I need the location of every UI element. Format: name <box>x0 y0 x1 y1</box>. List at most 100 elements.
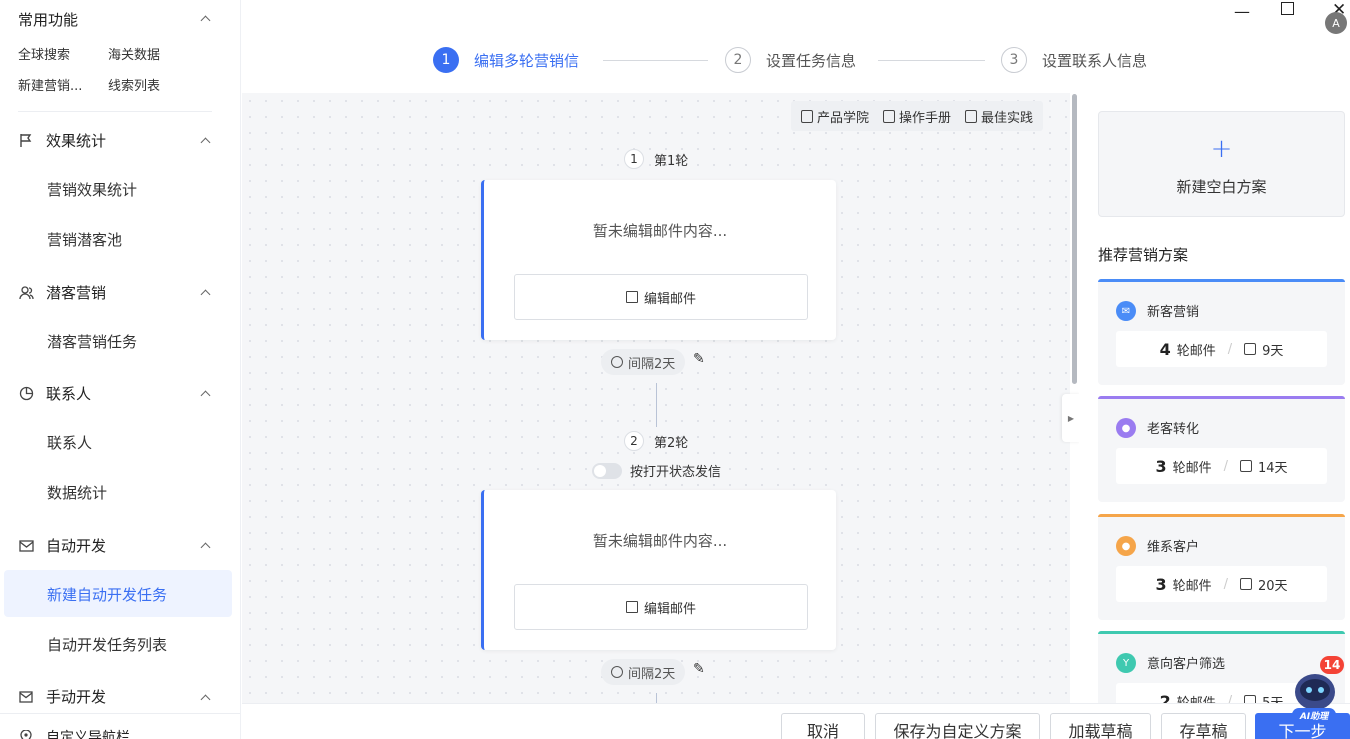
quick-link-global-search[interactable]: 全球搜索 <box>18 44 70 63</box>
sidebar-group-auto-dev[interactable]: 自动开发 <box>18 535 106 556</box>
sidebar-group-contacts[interactable]: 联系人 <box>18 383 91 404</box>
book-icon <box>883 109 896 123</box>
round-1-interval[interactable]: 间隔2天 <box>601 349 686 375</box>
plan-stats: 3 轮邮件 / 14天 <box>1116 448 1327 484</box>
plan-stats: 3 轮邮件 / 20天 <box>1116 566 1327 602</box>
calendar-icon <box>1240 460 1252 472</box>
connector-line <box>656 693 657 703</box>
mail-icon: ✉ <box>1116 301 1136 321</box>
save-draft-button[interactable]: 存草稿 <box>1161 713 1246 739</box>
best-practice-link[interactable]: 最佳实践 <box>965 107 1033 126</box>
sidebar-item-contacts[interactable]: 联系人 <box>47 432 92 453</box>
sidebar-item-data-stats[interactable]: 数据统计 <box>47 482 107 503</box>
toggle-label: 按打开状态发信 <box>630 465 722 480</box>
plan-accent-bar <box>1098 396 1345 399</box>
minimize-button[interactable]: — <box>1234 2 1250 21</box>
flag-icon <box>18 133 34 149</box>
chevron-up-icon[interactable] <box>200 694 211 705</box>
open-status-toggle[interactable] <box>592 462 622 479</box>
new-blank-plan-label: 新建空白方案 <box>1176 178 1267 196</box>
manual-link[interactable]: 操作手册 <box>883 107 951 126</box>
clock-icon <box>611 666 623 678</box>
pencil-icon[interactable]: ✎ <box>693 351 705 367</box>
notification-badge: 14 <box>1320 656 1344 674</box>
sidebar-group-label: 潜客营销 <box>46 284 107 302</box>
plan-name: 维系客户 <box>1147 540 1200 555</box>
round-2-interval[interactable]: 间隔2天 <box>601 659 686 685</box>
filter-icon: Y <box>1116 653 1136 673</box>
round-number: 2 <box>624 431 644 451</box>
plan-card[interactable]: ✉ 新客营销 4 轮邮件 / 9天 <box>1098 279 1345 385</box>
step-1[interactable]: 1 编辑多轮营销信 <box>433 47 579 73</box>
sidebar-customize-nav[interactable]: 自定义导航栏 <box>18 727 130 739</box>
plan-accent-bar <box>1098 631 1345 634</box>
sidebar-group-manual-dev[interactable]: 手动开发 <box>18 686 106 707</box>
plus-icon: + <box>1210 134 1233 164</box>
step-2[interactable]: 2 设置任务信息 <box>725 47 856 73</box>
round-2-mail-card: 暂未编辑邮件内容... 编辑邮件 <box>481 490 836 650</box>
clock-icon <box>611 356 623 368</box>
sidebar-item-prospect-marketing-task[interactable]: 潜客营销任务 <box>47 331 137 352</box>
calendar-icon <box>1244 343 1257 355</box>
chevron-up-icon[interactable] <box>200 15 211 26</box>
sidebar-item-auto-dev-task-list[interactable]: 自动开发任务列表 <box>47 634 167 655</box>
plan-accent-bar <box>1098 279 1345 282</box>
chevron-up-icon[interactable] <box>200 289 211 300</box>
empty-mail-text: 暂未编辑邮件内容... <box>592 222 728 240</box>
sidebar-divider <box>18 111 212 112</box>
cancel-button[interactable]: 取消 <box>781 713 865 739</box>
plan-panel: + 新建空白方案 推荐营销方案 ✉ 新客营销 4 轮邮件 / 9天 ● 老客转化… <box>1079 93 1350 737</box>
step-3[interactable]: 3 设置联系人信息 <box>1001 47 1147 73</box>
step-number: 3 <box>1001 47 1027 73</box>
edit-icon <box>625 291 638 303</box>
plan-card[interactable]: ● 老客转化 3 轮邮件 / 14天 <box>1098 396 1345 502</box>
canvas-scrollbar[interactable] <box>1072 94 1077 384</box>
customize-nav-label: 自定义导航栏 <box>46 730 130 739</box>
step-connector <box>878 60 985 61</box>
sidebar-group-prospect-marketing[interactable]: 潜客营销 <box>18 282 106 303</box>
collapse-panel-button[interactable]: ▶ <box>1062 394 1080 442</box>
chevron-up-icon[interactable] <box>200 137 211 148</box>
plan-card[interactable]: ● 维系客户 3 轮邮件 / 20天 <box>1098 514 1345 620</box>
plan-name: 老客转化 <box>1147 422 1200 437</box>
mail-edit-icon <box>18 689 34 705</box>
calendar-icon <box>1240 578 1252 590</box>
plan-stats: 4 轮邮件 / 9天 <box>1116 331 1327 367</box>
product-academy-link[interactable]: 产品学院 <box>801 107 869 126</box>
sidebar-group-label: 效果统计 <box>46 132 107 150</box>
mail-send-icon <box>18 538 34 554</box>
play-icon <box>801 109 813 123</box>
load-draft-button[interactable]: 加载草稿 <box>1050 713 1151 739</box>
sidebar-group-effect-stats[interactable]: 效果统计 <box>18 130 106 151</box>
sidebar-item-prospect-pool[interactable]: 营销潜客池 <box>47 229 122 250</box>
sidebar-group-label: 手动开发 <box>46 688 107 706</box>
step-label: 设置联系人信息 <box>1042 51 1148 70</box>
save-custom-plan-button[interactable]: 保存为自定义方案 <box>875 713 1040 739</box>
recommended-plans-title: 推荐营销方案 <box>1098 246 1189 264</box>
step-number: 2 <box>725 47 751 73</box>
pencil-icon[interactable]: ✎ <box>693 661 705 677</box>
quick-link-lead-list[interactable]: 线索列表 <box>108 75 160 94</box>
step-label: 设置任务信息 <box>766 51 857 70</box>
round-1-mail-card: 暂未编辑邮件内容... 编辑邮件 <box>481 180 836 340</box>
round-title: 第1轮 <box>654 153 689 169</box>
flow-canvas: 产品学院 操作手册 最佳实践 1 第1轮 暂未编辑邮件内容... 编辑邮件 间隔… <box>242 93 1070 703</box>
edit-mail-button[interactable]: 编辑邮件 <box>514 584 808 630</box>
maximize-button[interactable] <box>1281 2 1294 15</box>
chevron-up-icon[interactable] <box>200 390 211 401</box>
round-number: 1 <box>624 149 644 169</box>
quick-link-customs-data[interactable]: 海关数据 <box>108 44 160 63</box>
open-status-toggle-row: 按打开状态发信 <box>592 461 721 480</box>
pie-chart-icon <box>18 386 34 402</box>
translate-icon[interactable]: A <box>1325 12 1347 34</box>
sidebar-item-marketing-effect-stats[interactable]: 营销效果统计 <box>47 179 137 200</box>
doc-links-bar: 产品学院 操作手册 最佳实践 <box>791 101 1044 131</box>
edit-mail-button[interactable]: 编辑邮件 <box>514 274 808 320</box>
quick-link-new-marketing[interactable]: 新建营销... <box>18 75 82 94</box>
new-blank-plan-button[interactable]: + 新建空白方案 <box>1098 111 1345 217</box>
sidebar-bottom-divider <box>0 713 240 714</box>
sidebar-item-new-auto-dev-task[interactable]: 新建自动开发任务 <box>47 584 167 605</box>
chevron-up-icon[interactable] <box>200 542 211 553</box>
step-number: 1 <box>433 47 459 73</box>
plan-accent-bar <box>1098 514 1345 517</box>
